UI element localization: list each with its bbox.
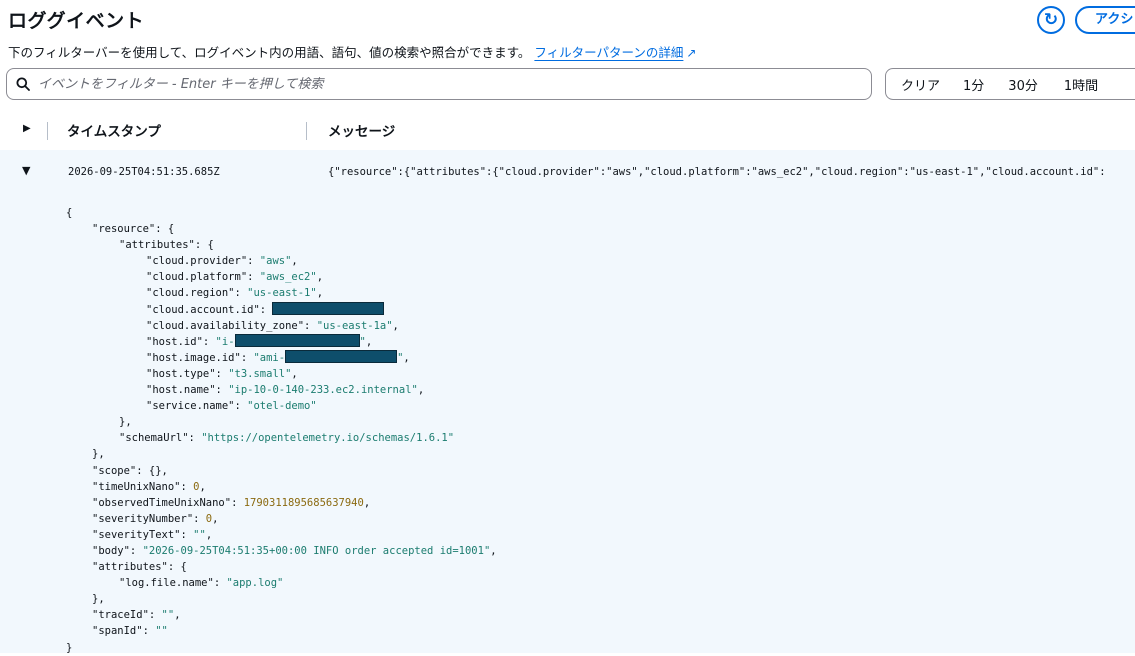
json-string-value: "ami- (253, 351, 286, 364)
json-line: "cloud.region": "us-east-1", (146, 287, 324, 300)
refresh-icon: ↻ (1043, 9, 1059, 30)
json-number-value: 1790311895685637940 (243, 496, 364, 509)
json-line: "cloud.availability_zone": "us-east-1a", (146, 319, 399, 332)
json-detail: { "resource": { "attributes": { "cloud.p… (66, 205, 497, 656)
json-line: { (66, 207, 73, 219)
json-line: "cloud.account.id": (66, 301, 497, 318)
expand-all-icon[interactable]: ▶ (23, 123, 31, 134)
json-key: "host.image.id": (146, 351, 254, 364)
description-text: 下のフィルターバーを使用して、ログイベント内の用語、語句、値の検索や照合ができま… (8, 45, 531, 60)
json-key: "cloud.provider": (146, 255, 260, 268)
column-header-timestamp[interactable]: タイムスタンプ (67, 120, 161, 140)
json-string-value: "aws_ec2" (259, 271, 317, 284)
json-line: }, (92, 448, 105, 461)
json-key: "schemaUrl": (119, 432, 202, 445)
json-string-value: "t3.small" (228, 367, 292, 380)
json-line: "timeUnixNano": 0, (92, 480, 206, 493)
json-line: }, (119, 416, 132, 429)
column-divider (47, 122, 48, 140)
json-string-value: "" (161, 609, 175, 622)
search-input[interactable] (38, 76, 838, 92)
json-line: "observedTimeUnixNano": 1790311895685637… (92, 496, 371, 509)
json-key: "host.id": (146, 335, 216, 348)
json-line: "resource": { (92, 223, 175, 236)
json-key: "service.name": (146, 400, 248, 413)
json-key: "severityNumber": (92, 512, 206, 525)
range-30-minutes[interactable]: 30分 (1008, 75, 1038, 94)
json-line: "cloud.platform": "aws_ec2", (146, 271, 324, 284)
redaction-box (234, 333, 360, 347)
range-1-minute[interactable]: 1分 (963, 75, 984, 94)
column-divider[interactable] (306, 122, 307, 140)
event-filter-search[interactable] (6, 68, 872, 100)
range-1-hour[interactable]: 1時間 (1064, 75, 1098, 94)
json-key: "spanId": (92, 625, 156, 638)
filter-pattern-details-link[interactable]: フィルターパターンの詳細 (534, 45, 683, 60)
json-line: "traceId": "", (92, 609, 181, 622)
event-timestamp: 2026-09-25T04:51:35.685Z (68, 166, 220, 178)
json-number-value: 0 (193, 480, 200, 493)
description: 下のフィルターバーを使用して、ログイベント内の用語、語句、値の検索や照合ができま… (8, 42, 696, 61)
json-line: "scope": {}, (92, 464, 168, 477)
json-line: "host.name": "ip-10-0-140-233.ec2.intern… (146, 384, 425, 397)
collapse-row-icon[interactable]: ▼ (22, 164, 30, 177)
json-string-value: "" (155, 625, 168, 638)
json-string-value: "us-east-1" (247, 287, 317, 300)
json-key: "severityText": (92, 528, 194, 541)
json-line: "schemaUrl": "https://opentelemetry.io/s… (66, 430, 497, 446)
json-key: "timeUnixNano": (92, 480, 194, 493)
json-line: "spanId": "" (66, 623, 497, 639)
json-line: "body": "2026-09-25T04:51:35+00:00 INFO … (92, 544, 497, 557)
json-line: "severityNumber": 0, (92, 512, 219, 525)
clear-button[interactable]: クリア (901, 75, 940, 94)
json-line: "log.file.name": "app.log" (66, 575, 497, 591)
json-string-value: "" (193, 528, 206, 541)
json-key: "cloud.availability_zone": (146, 319, 317, 332)
search-icon (16, 77, 30, 91)
json-string-value: "2026-09-25T04:51:35+00:00 INFO order ac… (142, 544, 491, 557)
json-string-value: "https://opentelemetry.io/schemas/1.6.1" (201, 432, 455, 445)
json-string-value: "aws" (259, 255, 292, 268)
json-line: } (66, 641, 73, 654)
refresh-button[interactable]: ↻ (1037, 6, 1065, 34)
json-number-value: 0 (205, 512, 213, 525)
json-string-value: "app.log" (226, 577, 284, 590)
json-string-value: "otel-demo" (247, 400, 317, 413)
json-line: "host.image.id": "ami- ", (146, 349, 410, 364)
table-header: ▶ タイムスタンプ メッセージ (0, 114, 1135, 148)
json-key: "observedTimeUnixNano": (92, 496, 244, 509)
actions-button[interactable]: アクシ (1075, 6, 1135, 34)
json-line: "severityText": "", (92, 528, 213, 541)
json-key: "cloud.platform": (146, 271, 260, 284)
json-string-value: "i- (215, 335, 235, 348)
external-link-icon[interactable]: ↗ (686, 46, 696, 60)
redaction-box (285, 349, 398, 363)
redaction-box (272, 301, 385, 315)
page-title: ロググイベント (8, 10, 145, 32)
time-range-selector: クリア 1分 30分 1時間 (885, 68, 1135, 100)
json-key: "body": (92, 544, 143, 557)
column-header-message[interactable]: メッセージ (328, 120, 395, 140)
json-line: "host.id": "i- ", (146, 333, 373, 348)
json-key: "cloud.region": (146, 287, 248, 300)
json-string-value: "us-east-1a" (316, 319, 393, 332)
json-key: "log.file.name": (119, 577, 227, 590)
json-line: }, (92, 593, 105, 606)
json-line: "attributes": { (119, 239, 214, 252)
json-line: "cloud.provider": "aws", (146, 255, 298, 268)
json-key: "host.type": (146, 367, 229, 380)
json-line: "service.name": "otel-demo" (66, 398, 497, 414)
json-key: "traceId": (92, 609, 162, 622)
json-line: "host.type": "t3.small", (146, 367, 298, 380)
json-string-value: "ip-10-0-140-233.ec2.internal" (228, 384, 418, 397)
json-key: "cloud.account.id": (146, 303, 273, 316)
json-line: "attributes": { (92, 561, 187, 574)
json-key: "host.name": (146, 384, 229, 397)
event-message-preview: {"resource":{"attributes":{"cloud.provid… (328, 166, 1106, 178)
